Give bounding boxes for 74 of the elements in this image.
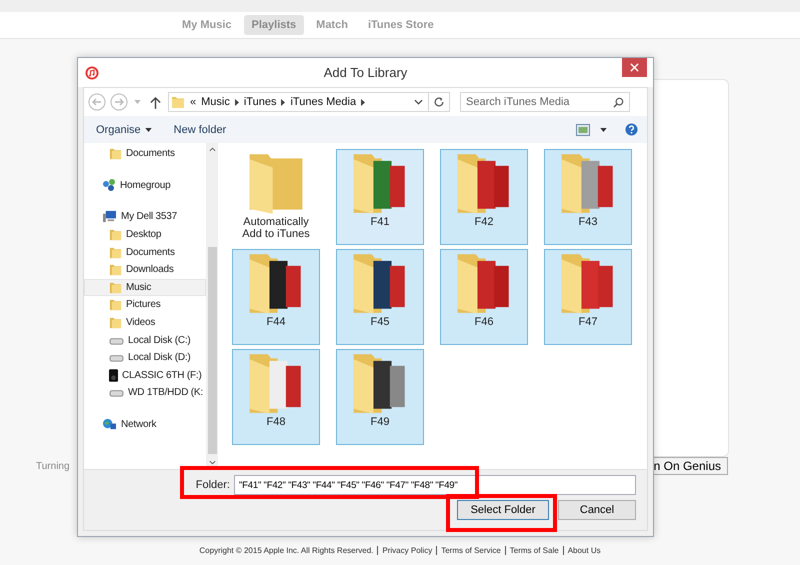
chevron-down-icon[interactable] — [414, 99, 423, 105]
sidebar-item[interactable]: Local Disk (C:) — [84, 331, 206, 349]
folder-icon — [109, 147, 122, 160]
sidebar-item[interactable]: Desktop — [84, 226, 206, 244]
chevron-icon[interactable] — [281, 98, 286, 106]
breadcrumb[interactable]: Music — [201, 96, 230, 108]
folder-input[interactable]: "F41" "F42" "F43" "F44" "F45" "F46" "F47" "F48" "F49" — [234, 475, 636, 495]
sidebar-item[interactable]: CLASSIC 6TH (F:) — [84, 366, 206, 384]
close-icon — [630, 63, 639, 72]
chevron-icon[interactable] — [361, 98, 366, 106]
folder-icon — [109, 316, 122, 330]
view-options-icon[interactable] — [576, 124, 590, 136]
folder-icon — [109, 298, 122, 312]
refresh-icon[interactable] — [433, 96, 445, 108]
folder-icon — [109, 246, 122, 259]
folder-tile[interactable]: F46 — [440, 249, 528, 345]
search-field[interactable]: Search iTunes Media — [460, 92, 630, 112]
sidebar-item[interactable]: WD 1TB/HDD (K: — [84, 384, 206, 402]
address-bar[interactable]: « Music iTunes iTunes Media — [168, 92, 450, 112]
organise-menu[interactable]: Organise — [96, 124, 141, 136]
caret-icon[interactable] — [600, 128, 607, 132]
genius-note: Turning — [36, 460, 70, 472]
people-icon — [102, 178, 116, 192]
help-icon[interactable] — [625, 123, 638, 136]
caret-icon[interactable] — [144, 128, 152, 132]
computer-icon — [102, 210, 117, 224]
sidebar-item[interactable]: Homegroup — [84, 176, 206, 194]
chevron-icon[interactable] — [234, 98, 239, 106]
breadcrumb[interactable]: iTunes — [244, 96, 276, 108]
sidebar-item[interactable]: Local Disk (D:) — [84, 348, 206, 367]
footer-link[interactable]: Terms of Sale — [504, 546, 559, 555]
folder-tile[interactable]: F48 — [232, 349, 320, 445]
folder-tile[interactable]: F44 — [232, 249, 320, 345]
folder-tile[interactable]: F41 — [336, 149, 424, 245]
scroll-down-icon[interactable] — [208, 460, 216, 465]
scrollbar[interactable] — [206, 143, 218, 469]
folder-icon — [109, 280, 122, 294]
music-note-icon — [85, 66, 99, 80]
dialog-title: Add To Library — [322, 65, 408, 80]
folder-label: Folder: — [196, 479, 230, 491]
folder-icon — [171, 95, 185, 109]
close-button[interactable] — [622, 58, 647, 77]
sidebar-item[interactable]: Documents — [84, 243, 206, 261]
folder-icon — [109, 228, 122, 242]
footer-link[interactable]: Terms of Service — [436, 546, 501, 555]
folder-icon — [109, 263, 122, 276]
drive-icon — [109, 352, 124, 364]
dialog-button[interactable]: Cancel — [558, 500, 636, 520]
new-folder-button[interactable]: New folder — [174, 124, 226, 136]
folder-tile[interactable]: F45 — [336, 249, 424, 345]
scroll-up-icon[interactable] — [208, 147, 216, 152]
search-icon[interactable] — [613, 97, 624, 108]
up-arrow-icon[interactable] — [150, 96, 161, 108]
dialog-button[interactable]: Select Folder — [457, 500, 549, 520]
drive-icon — [109, 387, 124, 398]
folder-tile[interactable]: F43 — [544, 149, 632, 245]
overflow-mark: « — [190, 96, 196, 108]
sidebar-item[interactable]: My Dell 3537 — [84, 208, 206, 226]
folder-tile[interactable]: Automatically Add to iTunes — [232, 149, 320, 245]
media-player-icon — [109, 368, 118, 382]
network-icon — [102, 418, 117, 432]
folder-tile[interactable]: F49 — [336, 349, 424, 445]
sidebar-item[interactable]: Documents — [84, 145, 206, 163]
sidebar-item[interactable]: Pictures — [84, 296, 206, 314]
sidebar-item[interactable]: Videos — [84, 314, 206, 332]
footer-link[interactable]: Privacy Policy — [377, 546, 432, 555]
breadcrumb[interactable]: iTunes Media — [290, 96, 356, 108]
sidebar-item[interactable]: Network — [84, 416, 206, 434]
footer-link[interactable]: About Us — [562, 546, 601, 555]
folder-tile[interactable]: F47 — [544, 249, 632, 345]
sidebar-item[interactable]: Music — [84, 278, 206, 296]
copyright-text: Copyright © 2015 Apple Inc. All Rights Reserved. — [199, 546, 374, 555]
folder-tile[interactable]: F42 — [440, 149, 528, 245]
sidebar-item[interactable]: Downloads — [84, 260, 206, 279]
